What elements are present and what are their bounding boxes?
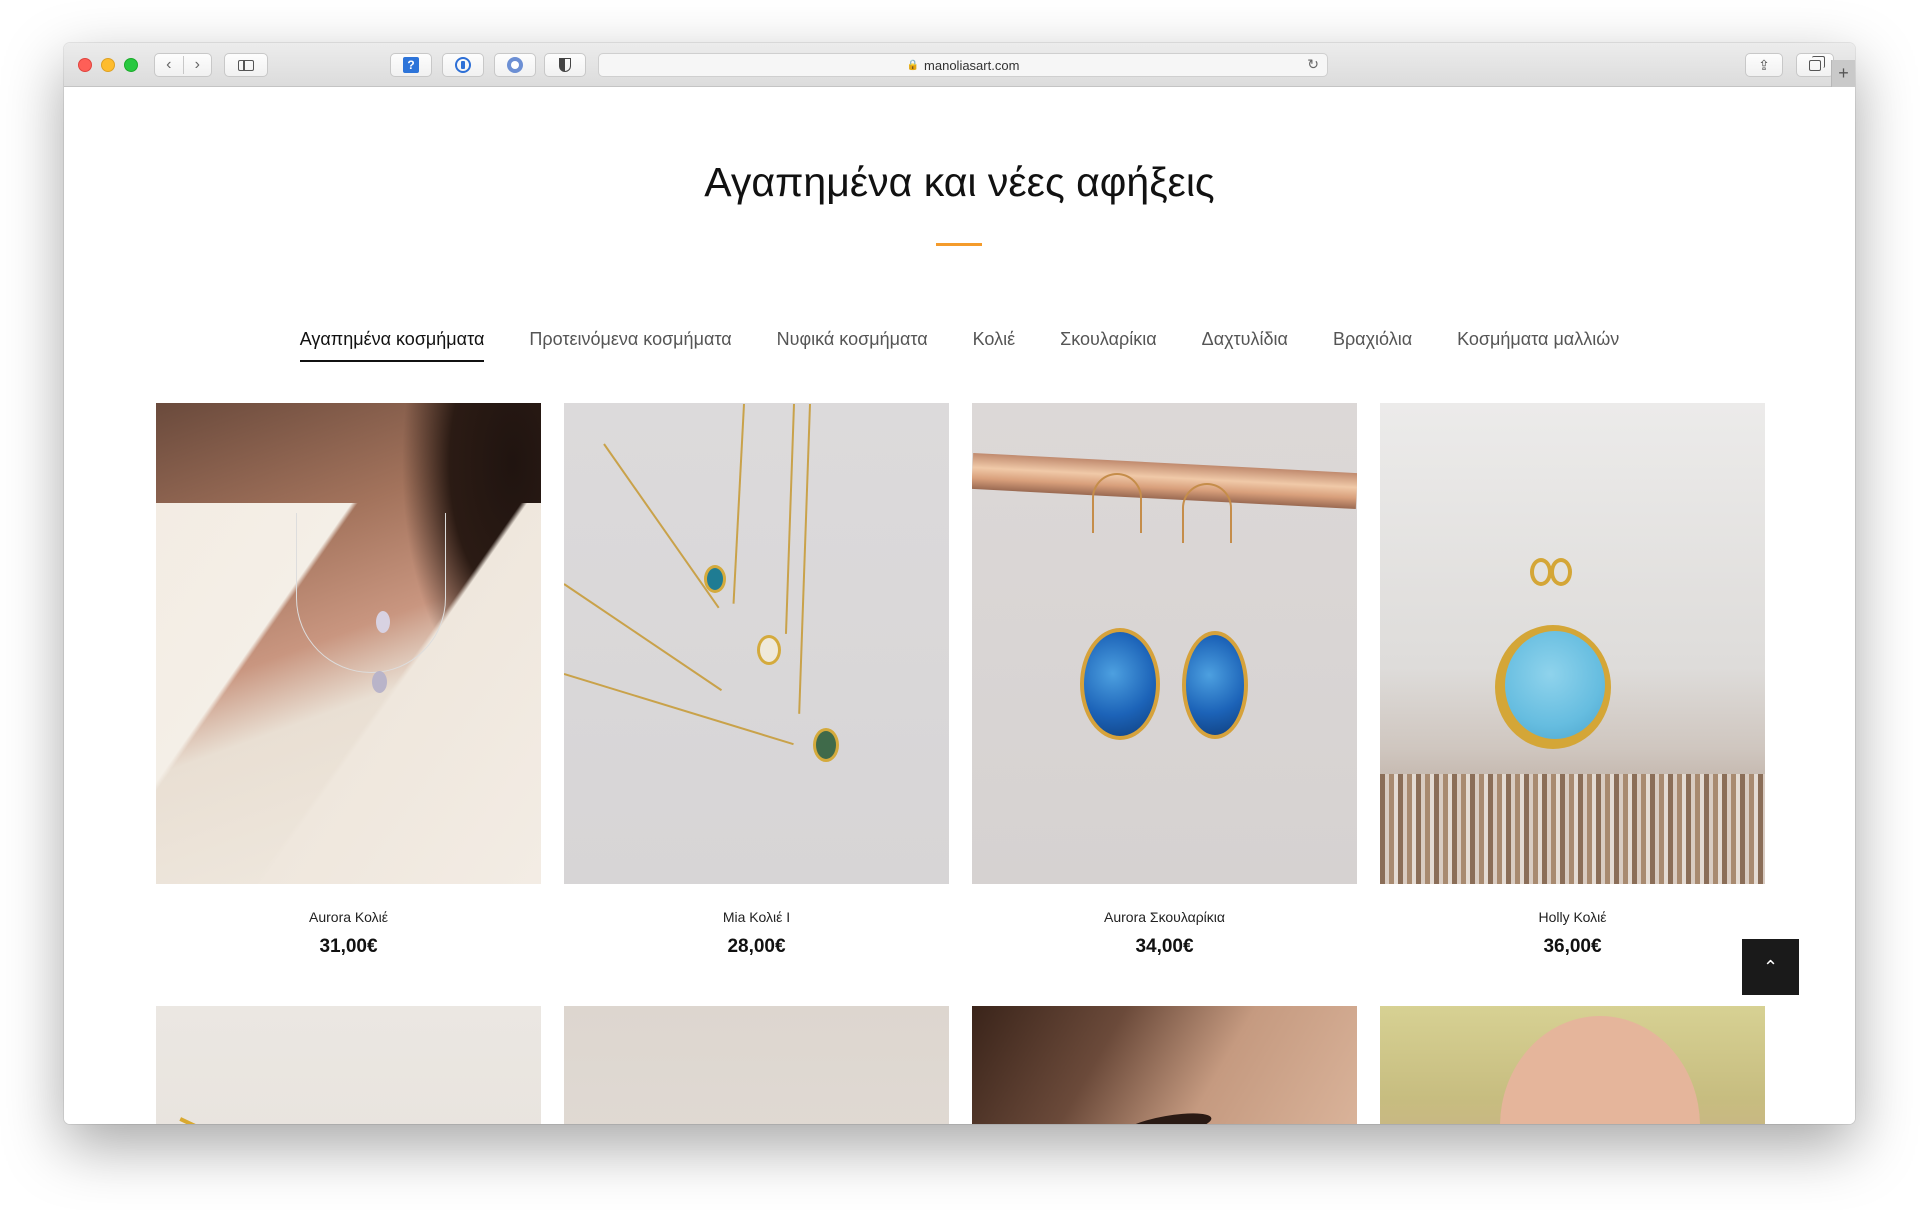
back-to-top-button[interactable]: ⌃: [1742, 939, 1799, 995]
product-card[interactable]: Aurora Σκουλαρίκια 34,00€: [972, 403, 1357, 958]
pendant-stone: [376, 611, 390, 633]
necklace-chain: [564, 583, 723, 692]
browser-toolbar: ‹ › ? 🔒 manoliasart.com ↻ ⇪ +: [64, 43, 1855, 87]
close-window-button[interactable]: [78, 58, 92, 72]
pendant-stone: [1505, 631, 1605, 739]
tab-earrings[interactable]: Σκουλαρίκια: [1060, 329, 1157, 362]
tab-necklaces[interactable]: Κολιέ: [973, 329, 1015, 362]
pendant-stone: [757, 635, 781, 665]
product-name[interactable]: Mia Κολιέ I: [564, 909, 949, 925]
earring-hook: [1182, 483, 1232, 543]
tab-favorite-jewelry[interactable]: Αγαπημένα κοσμήματα: [299, 329, 485, 362]
zoom-window-button[interactable]: [124, 58, 138, 72]
necklace-chain: [732, 403, 745, 604]
earring-hook: [1092, 473, 1142, 533]
product-card[interactable]: Mia Κολιέ I 28,00€: [564, 403, 949, 958]
product-image[interactable]: [156, 1006, 541, 1124]
tab-recommended-jewelry[interactable]: Προτεινόμενα κοσμήματα: [529, 329, 731, 362]
product-price: 36,00€: [1543, 936, 1602, 957]
product-price: 34,00€: [1135, 936, 1194, 957]
tab-bridal-jewelry[interactable]: Νυφικά κοσμήματα: [777, 329, 928, 362]
tab-bracelets[interactable]: Βραχιόλια: [1333, 329, 1412, 362]
necklace-chain: [564, 673, 794, 746]
necklace-chain: [603, 443, 720, 609]
product-card[interactable]: [972, 1006, 1357, 1124]
show-tabs-button[interactable]: [1796, 53, 1834, 77]
sidebar-icon: [238, 59, 254, 71]
page-content: Αγαπημένα και νέες αφήξεις Αγαπημένα κοσ…: [64, 87, 1855, 1124]
ghost-extension-button[interactable]: [494, 53, 536, 77]
privacy-shield-button[interactable]: [544, 53, 586, 77]
product-image[interactable]: [564, 403, 949, 884]
history-nav-group: ‹ ›: [154, 53, 212, 77]
new-tab-button[interactable]: +: [1831, 60, 1855, 87]
product-price: 28,00€: [727, 936, 786, 957]
pendant-ring: [1550, 558, 1572, 586]
necklace-chain: [296, 513, 446, 673]
product-card[interactable]: [1380, 1006, 1765, 1124]
product-card[interactable]: [564, 1006, 949, 1124]
share-icon: ⇪: [1758, 56, 1770, 73]
password-extension-button[interactable]: [442, 53, 484, 77]
pendant-stone: [372, 671, 387, 693]
product-name[interactable]: Aurora Σκουλαρίκια: [972, 909, 1357, 925]
tab-hair-jewelry[interactable]: Κοσμήματα μαλλιών: [1457, 329, 1619, 362]
tabs-overview-icon: [1809, 55, 1825, 71]
category-tabs: Αγαπημένα κοσμήματα Προτεινόμενα κοσμήμα…: [64, 329, 1855, 362]
back-icon[interactable]: ‹: [155, 56, 184, 74]
earring-stone: [1182, 631, 1248, 739]
sidebar-toggle-button[interactable]: [224, 53, 268, 77]
product-image[interactable]: [1380, 1006, 1765, 1124]
necklace-chain: [784, 403, 795, 634]
necklace-chain: [798, 403, 811, 714]
earring-stone: [1080, 628, 1160, 740]
lock-icon: 🔒: [906, 59, 920, 71]
product-image[interactable]: [972, 1006, 1357, 1124]
browser-window: ‹ › ? 🔒 manoliasart.com ↻ ⇪ + Αγαπημένα …: [64, 43, 1855, 1124]
forward-icon[interactable]: ›: [184, 56, 212, 74]
password-manager-icon: [455, 57, 471, 73]
product-card[interactable]: Aurora Κολιέ 31,00€: [156, 403, 541, 958]
product-name[interactable]: Aurora Κολιέ: [156, 909, 541, 925]
title-underline: [936, 243, 982, 246]
question-mark-icon: ?: [403, 57, 419, 73]
chevron-up-icon: ⌃: [1762, 956, 1779, 977]
pendant-ring: [1530, 558, 1552, 586]
product-name[interactable]: Holly Κολιέ: [1380, 909, 1765, 925]
product-price: 31,00€: [319, 936, 378, 957]
pendant-stone: [813, 728, 839, 762]
address-bar[interactable]: 🔒 manoliasart.com ↻: [598, 53, 1328, 77]
page-title: Αγαπημένα και νέες αφήξεις: [704, 159, 1215, 205]
display-bar: [972, 452, 1357, 510]
help-extension-button[interactable]: ?: [390, 53, 432, 77]
reload-icon[interactable]: ↻: [1307, 56, 1319, 73]
pendant-stone: [704, 565, 726, 593]
product-image[interactable]: [564, 1006, 949, 1124]
minimize-window-button[interactable]: [101, 58, 115, 72]
share-button[interactable]: ⇪: [1745, 53, 1783, 77]
url-text: manoliasart.com: [924, 57, 1020, 73]
ghost-icon: [507, 57, 523, 73]
tab-rings[interactable]: Δαχτυλίδια: [1202, 329, 1288, 362]
product-image[interactable]: [156, 403, 541, 884]
product-image[interactable]: [972, 403, 1357, 884]
product-card[interactable]: [156, 1006, 541, 1124]
product-image[interactable]: [1380, 403, 1765, 884]
shield-icon: [559, 58, 571, 72]
product-card[interactable]: Holly Κολιέ 36,00€: [1380, 403, 1765, 958]
